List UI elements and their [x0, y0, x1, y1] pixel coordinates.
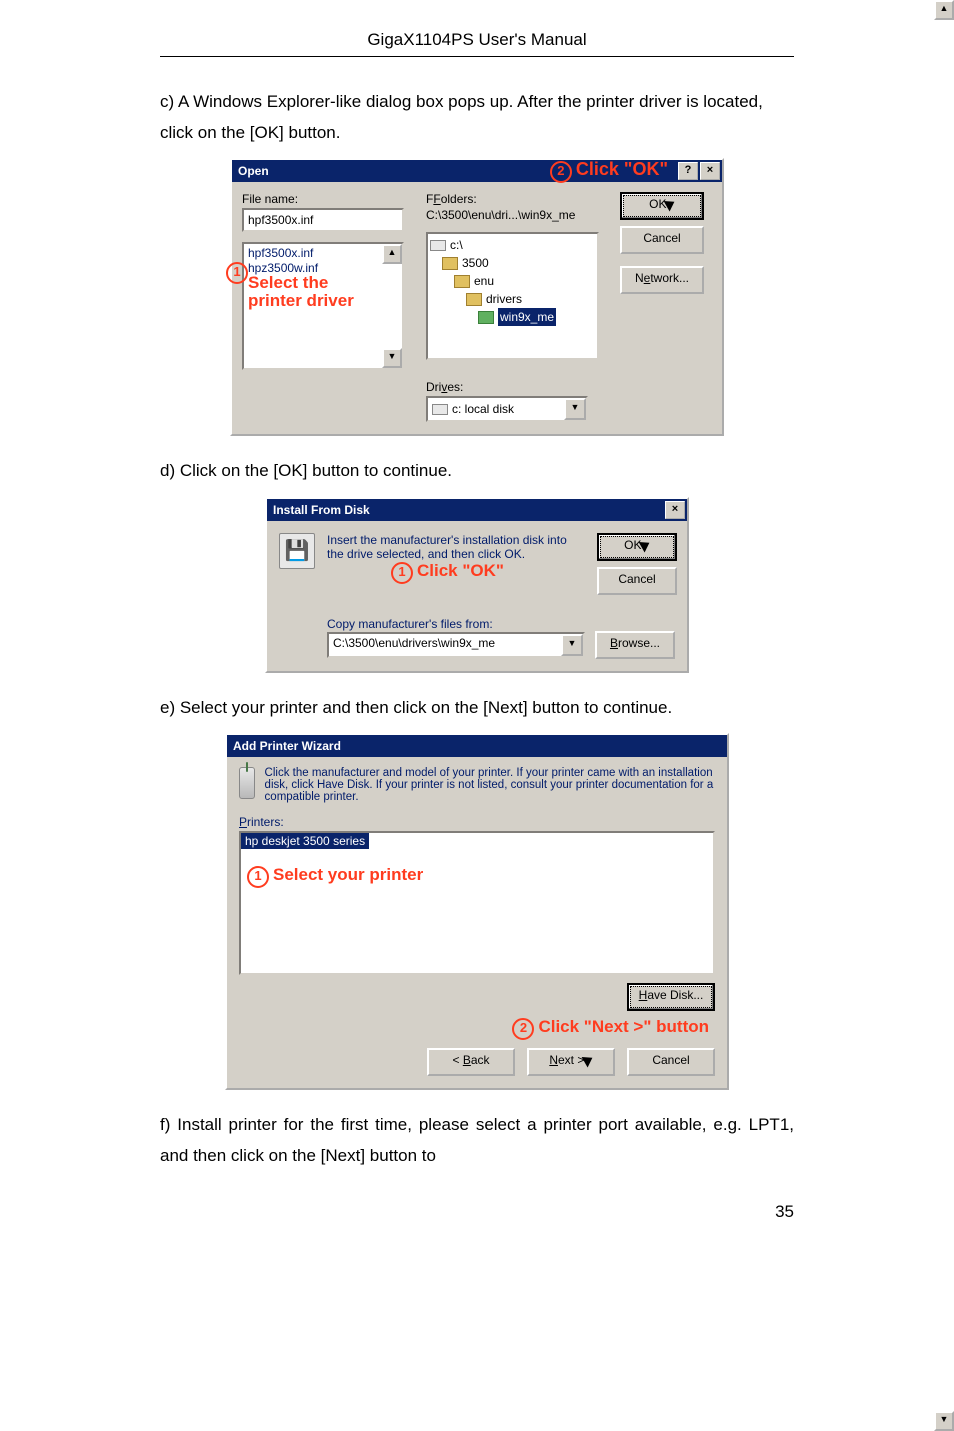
cancel-button[interactable]: Cancel — [620, 226, 704, 254]
scroll-down-icon[interactable]: ▼ — [934, 1411, 954, 1431]
ok-button[interactable]: OK — [597, 533, 677, 561]
paragraph-c: c) A Windows Explorer-like dialog box po… — [160, 87, 794, 148]
chevron-down-icon[interactable]: ▼ — [564, 398, 586, 420]
ifd-title: Install From Disk — [273, 503, 663, 517]
folders-path: C:\3500\enu\dri...\win9x_me — [426, 208, 606, 222]
page-number: 35 — [160, 1202, 794, 1222]
folder-open-icon — [478, 311, 494, 324]
file-name-label: File name: — [242, 192, 412, 206]
apw-titlebar: Add Printer Wizard — [227, 735, 727, 757]
cancel-button[interactable]: Cancel — [627, 1048, 715, 1076]
printers-label: Printers:Printers: — [227, 815, 727, 829]
tree-node[interactable]: enu — [430, 272, 595, 290]
ifd-annotation-1: 1Click "OK" — [391, 561, 504, 584]
add-printer-wizard-dialog: Add Printer Wizard Click the manufacture… — [225, 733, 729, 1090]
close-button[interactable]: × — [700, 162, 720, 180]
folder-icon — [442, 257, 458, 270]
header-title: GigaX1104PS User's Manual — [160, 30, 794, 50]
paragraph-f: f) Install printer for the first time, p… — [160, 1110, 794, 1171]
network-button[interactable]: Network...Network... — [620, 266, 704, 294]
drives-select[interactable]: c: local disk ▼ — [426, 396, 588, 422]
drive-icon — [432, 404, 448, 415]
open-annotation-2: 2Click "OK" — [550, 159, 676, 183]
open-titlebar: Open 2Click "OK" ? × — [232, 160, 722, 182]
file-name-input[interactable]: hpf3500x.inf — [242, 208, 404, 232]
folder-icon — [454, 275, 470, 288]
ifd-titlebar: Install From Disk × — [267, 499, 687, 521]
cursor-icon — [581, 1053, 595, 1068]
tree-node[interactable]: c:\ — [430, 236, 595, 254]
apw-annotation-1: 1Select your printer — [241, 849, 713, 904]
file-list[interactable]: ▲ hpf3500x.inf hpz3500w.inf 1 Select the… — [242, 242, 404, 370]
file-list-item[interactable]: hpf3500x.inf — [248, 246, 398, 261]
apw-title: Add Printer Wizard — [233, 739, 725, 753]
apw-message: Click the manufacturer and model of your… — [265, 767, 715, 803]
drives-label: Drives:Drives: — [426, 380, 712, 394]
open-annotation-1-num: 1 — [226, 262, 252, 284]
open-annotation-1-text: Select the printer driver — [248, 274, 398, 310]
tree-node-selected[interactable]: win9x_me — [430, 308, 595, 326]
ok-button[interactable]: OK — [620, 192, 704, 220]
cancel-button[interactable]: Cancel — [597, 567, 677, 595]
drive-icon — [430, 240, 446, 251]
tree-node[interactable]: 3500 — [430, 254, 595, 272]
copy-from-label: Copy manufacturer's files from: — [267, 613, 687, 631]
chevron-down-icon[interactable]: ▼ — [561, 634, 583, 656]
scroll-up-icon[interactable]: ▲ — [382, 244, 402, 264]
scroll-up-icon[interactable]: ▲ — [934, 0, 954, 20]
folder-tree[interactable]: ▲ c:\ 3500 enu drivers win9x_me ▼ — [426, 232, 599, 360]
help-button[interactable]: ? — [678, 162, 698, 180]
ifd-message: Insert the manufacturer's installation d… — [327, 533, 585, 601]
folder-icon — [466, 293, 482, 306]
disk-icon: 💾 — [279, 533, 315, 569]
header-rule — [160, 56, 794, 57]
scroll-down-icon[interactable]: ▼ — [382, 348, 402, 368]
tree-node[interactable]: drivers — [430, 290, 595, 308]
folders-label: FFolders:Folders: — [426, 192, 606, 206]
back-button[interactable]: < Back< Back — [427, 1048, 515, 1076]
printers-list[interactable]: hp deskjet 3500 series 1Select your prin… — [239, 831, 715, 975]
printers-list-selected[interactable]: hp deskjet 3500 series — [241, 833, 369, 849]
copy-from-input[interactable]: C:\3500\enu\drivers\win9x_me ▼ — [327, 632, 585, 658]
open-title: Open — [238, 164, 550, 178]
close-button[interactable]: × — [665, 501, 685, 519]
paragraph-d: d) Click on the [OK] button to continue. — [160, 456, 794, 487]
open-dialog: Open 2Click "OK" ? × File name: hpf3500x… — [230, 158, 724, 436]
install-from-disk-dialog: Install From Disk × 💾 Insert the manufac… — [265, 497, 689, 673]
printer-icon — [239, 767, 255, 799]
apw-annotation-2: 2Click "Next >" button — [227, 1011, 727, 1044]
have-disk-button[interactable]: Have Disk...Have Disk... — [627, 983, 715, 1011]
browse-button[interactable]: Browse...Browse... — [595, 631, 675, 659]
paragraph-e: e) Select your printer and then click on… — [160, 693, 794, 724]
next-button[interactable]: Next > Next > — [527, 1048, 615, 1076]
